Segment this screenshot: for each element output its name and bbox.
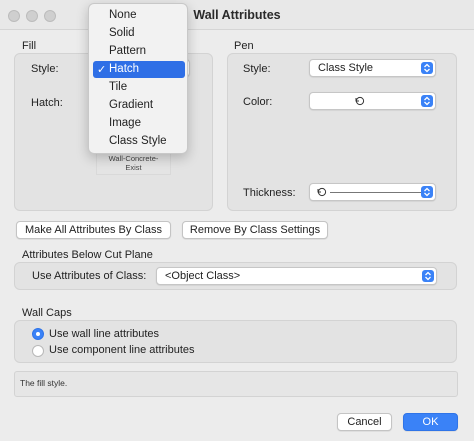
menu-item-none[interactable]: None bbox=[93, 7, 185, 24]
pen-thickness-label: Thickness: bbox=[243, 187, 296, 199]
menu-item-class-style[interactable]: Class Style bbox=[93, 133, 185, 150]
component-line-attributes-label: Use component line attributes bbox=[49, 344, 195, 356]
pen-style-label: Style: bbox=[243, 63, 271, 75]
hatch-name-line-1: Wall-Concrete- bbox=[108, 154, 159, 163]
wall-line-attributes-radio[interactable] bbox=[32, 328, 44, 340]
menu-item-label: Hatch bbox=[109, 63, 140, 75]
checkmark-icon: ✓ bbox=[97, 64, 107, 76]
fill-style-label: Style: bbox=[31, 63, 59, 75]
object-class-value: <Object Class> bbox=[165, 270, 241, 282]
pen-style-value: Class Style bbox=[318, 62, 374, 74]
pen-style-popup[interactable]: Class Style bbox=[309, 59, 436, 77]
stepper-arrows-icon bbox=[421, 186, 433, 198]
wall-caps-group bbox=[14, 320, 457, 363]
class-style-icon bbox=[354, 95, 366, 110]
thickness-line-preview bbox=[330, 192, 422, 193]
menu-item-label: Gradient bbox=[109, 99, 154, 111]
remove-by-class-button[interactable]: Remove By Class Settings bbox=[182, 221, 328, 239]
wall-line-attributes-label: Use wall line attributes bbox=[49, 328, 160, 340]
use-attributes-label: Use Attributes of Class: bbox=[32, 270, 147, 282]
menu-item-label: Solid bbox=[109, 27, 135, 39]
pen-color-label: Color: bbox=[243, 96, 273, 108]
menu-item-solid[interactable]: Solid bbox=[93, 25, 185, 42]
description-pane: The fill style. bbox=[14, 371, 458, 397]
menu-item-gradient[interactable]: Gradient bbox=[93, 97, 185, 114]
stepper-arrows-icon bbox=[422, 270, 434, 282]
ok-button[interactable]: OK bbox=[403, 413, 458, 431]
menu-item-label: Pattern bbox=[109, 45, 147, 57]
menu-item-label: Class Style bbox=[109, 135, 167, 147]
window-title: Wall Attributes bbox=[193, 8, 281, 22]
fill-hatch-label: Hatch: bbox=[31, 97, 63, 109]
object-class-popup[interactable]: <Object Class> bbox=[156, 267, 437, 285]
menu-item-tile[interactable]: Tile bbox=[93, 79, 185, 96]
description-text: The fill style. bbox=[20, 378, 68, 388]
pen-color-popup[interactable] bbox=[309, 92, 436, 110]
wall-caps-label: Wall Caps bbox=[22, 307, 72, 319]
menu-item-hatch[interactable]: ✓ Hatch bbox=[93, 61, 185, 78]
hatch-name-line-2: Exist bbox=[125, 163, 142, 172]
hatch-preview-swatch[interactable]: Wall-Concrete- Exist bbox=[96, 151, 171, 175]
menu-item-label: Tile bbox=[109, 81, 128, 93]
menu-item-label: Image bbox=[109, 117, 141, 129]
cancel-button[interactable]: Cancel bbox=[337, 413, 392, 431]
make-all-by-class-button[interactable]: Make All Attributes By Class bbox=[16, 221, 171, 239]
pen-thickness-popup[interactable] bbox=[309, 183, 436, 201]
below-cut-plane-label: Attributes Below Cut Plane bbox=[22, 249, 153, 261]
stepper-arrows-icon bbox=[421, 62, 433, 74]
pen-section-label: Pen bbox=[234, 40, 254, 52]
stepper-arrows-icon bbox=[421, 95, 433, 107]
component-line-attributes-radio[interactable] bbox=[32, 345, 44, 357]
class-style-icon bbox=[316, 186, 328, 201]
fill-section-label: Fill bbox=[22, 40, 37, 52]
menu-item-pattern[interactable]: Pattern bbox=[93, 43, 185, 60]
fill-style-menu: None Solid Pattern ✓ Hatch Tile Gradient… bbox=[88, 3, 188, 154]
menu-item-image[interactable]: Image bbox=[93, 115, 185, 132]
menu-item-label: None bbox=[109, 9, 137, 21]
